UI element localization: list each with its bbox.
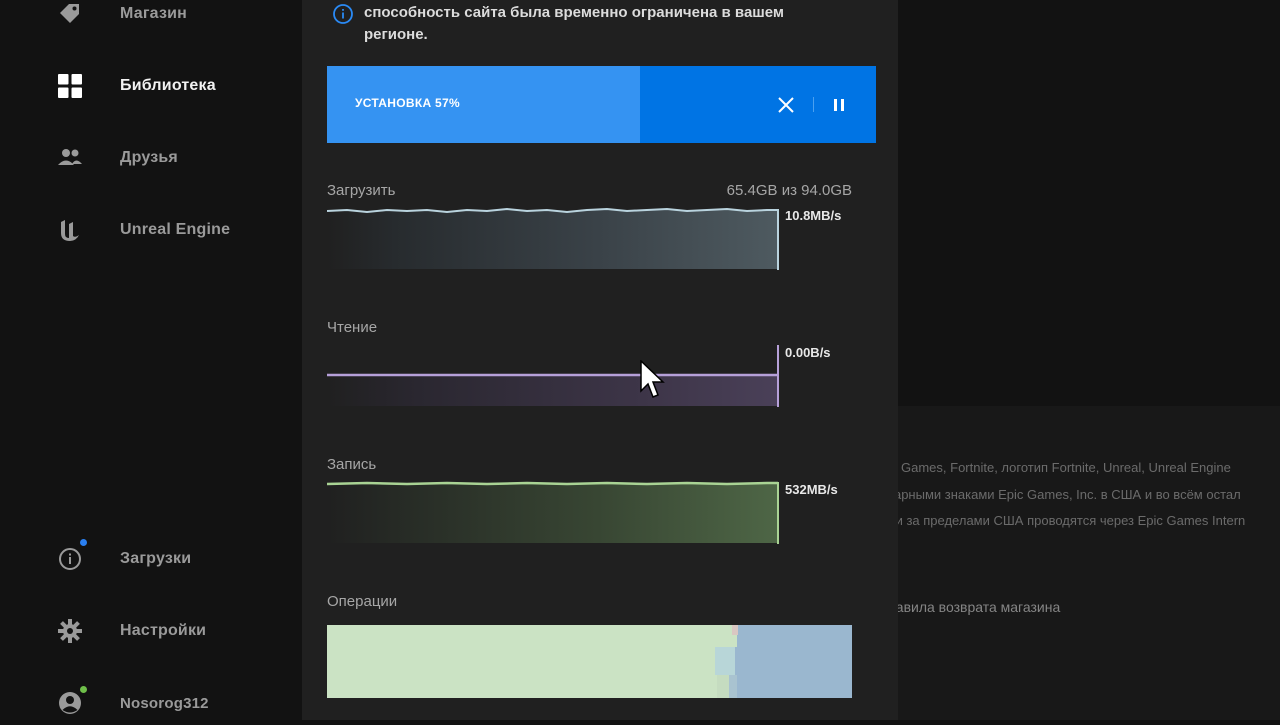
legal-text-line: ли за пределами США проводятся через Epi… (888, 513, 1246, 528)
legal-text-line: зарными знаками Epic Games, Inc. в США и… (888, 487, 1241, 502)
sidebar-item-downloads[interactable]: Загрузки (0, 537, 302, 581)
downloads-panel: способность сайта была временно ограниче… (302, 0, 898, 720)
friends-icon (56, 144, 84, 172)
install-status-label: УСТАНОВКА 57% (355, 96, 460, 110)
read-graph-title: Чтение (327, 319, 378, 336)
sidebar-item-settings[interactable]: Настройки (0, 609, 302, 653)
cancel-install-button[interactable] (776, 95, 796, 115)
sidebar-item-label: Библиотека (120, 77, 216, 94)
grid-icon (56, 72, 84, 100)
download-size: 65.4GB из 94.0GB (726, 182, 852, 199)
download-graph-title: Загрузить (327, 182, 396, 199)
operations-title: Операции (327, 593, 398, 610)
download-graph (327, 207, 779, 270)
unreal-logo-icon (56, 216, 84, 244)
info-icon (56, 545, 84, 573)
sidebar-item-label: Unreal Engine (120, 221, 231, 238)
username: Nosorog312 (120, 694, 209, 712)
read-rate: 0.00B/s (785, 345, 831, 360)
sidebar-item-label: Загрузки (120, 550, 192, 567)
close-icon (778, 97, 794, 113)
sidebar-item-unreal-engine[interactable]: Unreal Engine (0, 208, 302, 252)
online-status-dot (80, 686, 87, 693)
pause-icon (834, 99, 844, 111)
sidebar-item-label: Магазин (120, 5, 188, 22)
sidebar-item-store[interactable]: Магазин (0, 0, 302, 36)
notification-dot (80, 539, 87, 546)
sidebar-item-library[interactable]: Библиотека (0, 64, 302, 108)
info-icon (332, 3, 354, 30)
operations-graph (327, 625, 852, 698)
legal-text-line: ic Games, Fortnite, логотип Fortnite, Un… (888, 460, 1231, 475)
tag-icon (56, 0, 84, 28)
sidebar-item-label: Друзья (120, 149, 178, 166)
refund-policy-link[interactable]: равила возврата магазина (888, 599, 1060, 615)
write-rate: 532MB/s (785, 482, 838, 497)
footer-area (898, 406, 1280, 720)
sidebar-item-label: Настройки (120, 622, 207, 639)
pause-install-button[interactable] (829, 95, 849, 115)
divider (813, 97, 814, 112)
user-icon (56, 689, 84, 717)
notice-text: способность сайта была временно ограниче… (364, 4, 785, 43)
write-graph-title: Запись (327, 456, 377, 473)
read-graph (327, 345, 779, 407)
download-rate: 10.8MB/s (785, 208, 842, 223)
sidebar-item-friends[interactable]: Друзья (0, 136, 302, 180)
write-graph (327, 481, 779, 544)
sidebar: Магазин Библиотека Друзья Unreal Engine … (0, 0, 302, 720)
install-progress-bar: УСТАНОВКА 57% (327, 66, 876, 143)
gear-icon (56, 617, 84, 645)
sidebar-item-profile[interactable]: Nosorog312 (0, 681, 302, 725)
